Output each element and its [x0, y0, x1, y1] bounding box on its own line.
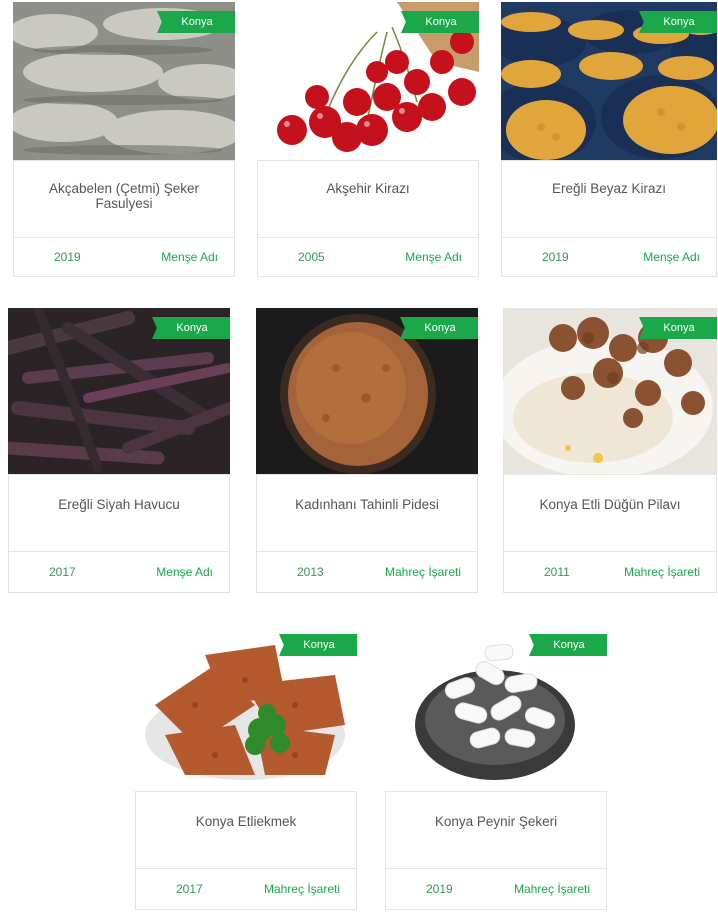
- product-title[interactable]: Akçabelen (Çetmi) Şeker Fasulyesi: [14, 161, 234, 237]
- registration-type: Mahreç İşareti: [263, 882, 340, 896]
- region-ribbon: Konya: [400, 317, 478, 339]
- registration-type: Mahreç İşareti: [384, 565, 461, 579]
- registration-year: 2017: [176, 882, 203, 896]
- card-meta: 2019 Mahreç İşareti: [386, 868, 606, 909]
- product-card[interactable]: Konya Ereğli Siyah Havucu 2017 Menşe Adı: [8, 308, 230, 593]
- card-meta: 2017 Mahreç İşareti: [136, 868, 356, 909]
- card-body: Akşehir Kirazı 2005 Menşe Adı: [257, 160, 479, 277]
- region-ribbon: Konya: [639, 317, 717, 339]
- product-title[interactable]: Ereğli Beyaz Kirazı: [502, 161, 716, 237]
- product-card[interactable]: Konya Akşehir Kirazı 2005 Menşe Adı: [257, 2, 479, 277]
- registration-year: 2011: [544, 565, 570, 579]
- region-ribbon: Konya: [152, 317, 230, 339]
- card-body: Kadınhanı Tahinli Pidesi 2013 Mahreç İşa…: [256, 474, 478, 593]
- region-ribbon: Konya: [401, 11, 479, 33]
- registration-year: 2019: [426, 882, 453, 896]
- card-meta: 2013 Mahreç İşareti: [257, 551, 477, 592]
- product-title[interactable]: Konya Etliekmek: [136, 792, 356, 868]
- card-meta: 2017 Menşe Adı: [9, 551, 229, 592]
- product-image[interactable]: Konya: [256, 308, 478, 474]
- product-image[interactable]: Konya: [13, 2, 235, 160]
- registration-type: Menşe Adı: [405, 250, 462, 264]
- product-image[interactable]: Konya: [8, 308, 230, 474]
- region-ribbon: Konya: [639, 11, 717, 33]
- card-meta: 2011 Mahreç İşareti: [504, 551, 716, 592]
- card-meta: 2019 Menşe Adı: [502, 237, 716, 276]
- product-image[interactable]: Konya: [135, 625, 357, 791]
- product-title[interactable]: Akşehir Kirazı: [258, 161, 478, 237]
- registration-type: Mahreç İşareti: [513, 882, 590, 896]
- product-card[interactable]: Konya Konya Etli Düğün Pilavı 2011 Mahre…: [503, 308, 717, 593]
- registration-year: 2017: [49, 565, 76, 579]
- registration-type: Menşe Adı: [161, 250, 218, 264]
- card-meta: 2005 Menşe Adı: [258, 237, 478, 276]
- card-body: Konya Etli Düğün Pilavı 2011 Mahreç İşar…: [503, 474, 717, 593]
- product-image[interactable]: Konya: [257, 2, 479, 160]
- product-image[interactable]: Konya: [501, 2, 717, 160]
- region-ribbon: Konya: [279, 634, 357, 656]
- region-ribbon: Konya: [529, 634, 607, 656]
- registration-year: 2019: [54, 250, 81, 264]
- product-title[interactable]: Konya Etli Düğün Pilavı: [504, 475, 716, 551]
- region-ribbon: Konya: [157, 11, 235, 33]
- product-image[interactable]: Konya: [503, 308, 717, 474]
- card-body: Ereğli Beyaz Kirazı 2019 Menşe Adı: [501, 160, 717, 277]
- registration-year: 2013: [297, 565, 324, 579]
- card-body: Konya Etliekmek 2017 Mahreç İşareti: [135, 791, 357, 910]
- registration-type: Menşe Adı: [643, 250, 700, 264]
- product-card[interactable]: Konya Kadınhanı Tahinli Pidesi 2013 Mahr…: [256, 308, 478, 593]
- product-title[interactable]: Kadınhanı Tahinli Pidesi: [257, 475, 477, 551]
- registration-year: 2019: [542, 250, 569, 264]
- card-meta: 2019 Menşe Adı: [14, 237, 234, 276]
- registration-type: Mahreç İşareti: [623, 565, 700, 579]
- product-title[interactable]: Konya Peynir Şekeri: [386, 792, 606, 868]
- product-title[interactable]: Ereğli Siyah Havucu: [9, 475, 229, 551]
- card-body: Akçabelen (Çetmi) Şeker Fasulyesi 2019 M…: [13, 160, 235, 277]
- card-body: Konya Peynir Şekeri 2019 Mahreç İşareti: [385, 791, 607, 910]
- card-body: Ereğli Siyah Havucu 2017 Menşe Adı: [8, 474, 230, 593]
- registration-type: Menşe Adı: [156, 565, 213, 579]
- product-card[interactable]: Konya Konya Peynir Şekeri 2019 Mahreç İş…: [385, 625, 607, 910]
- product-card[interactable]: Konya Akçabelen (Çetmi) Şeker Fasulyesi …: [13, 2, 235, 277]
- product-image[interactable]: Konya: [385, 625, 607, 791]
- product-card[interactable]: Konya Konya Etliekmek 2017 Mahreç İşaret…: [135, 625, 357, 910]
- registration-year: 2005: [298, 250, 325, 264]
- product-card[interactable]: Konya Ereğli Beyaz Kirazı 2019 Menşe Adı: [501, 2, 717, 277]
